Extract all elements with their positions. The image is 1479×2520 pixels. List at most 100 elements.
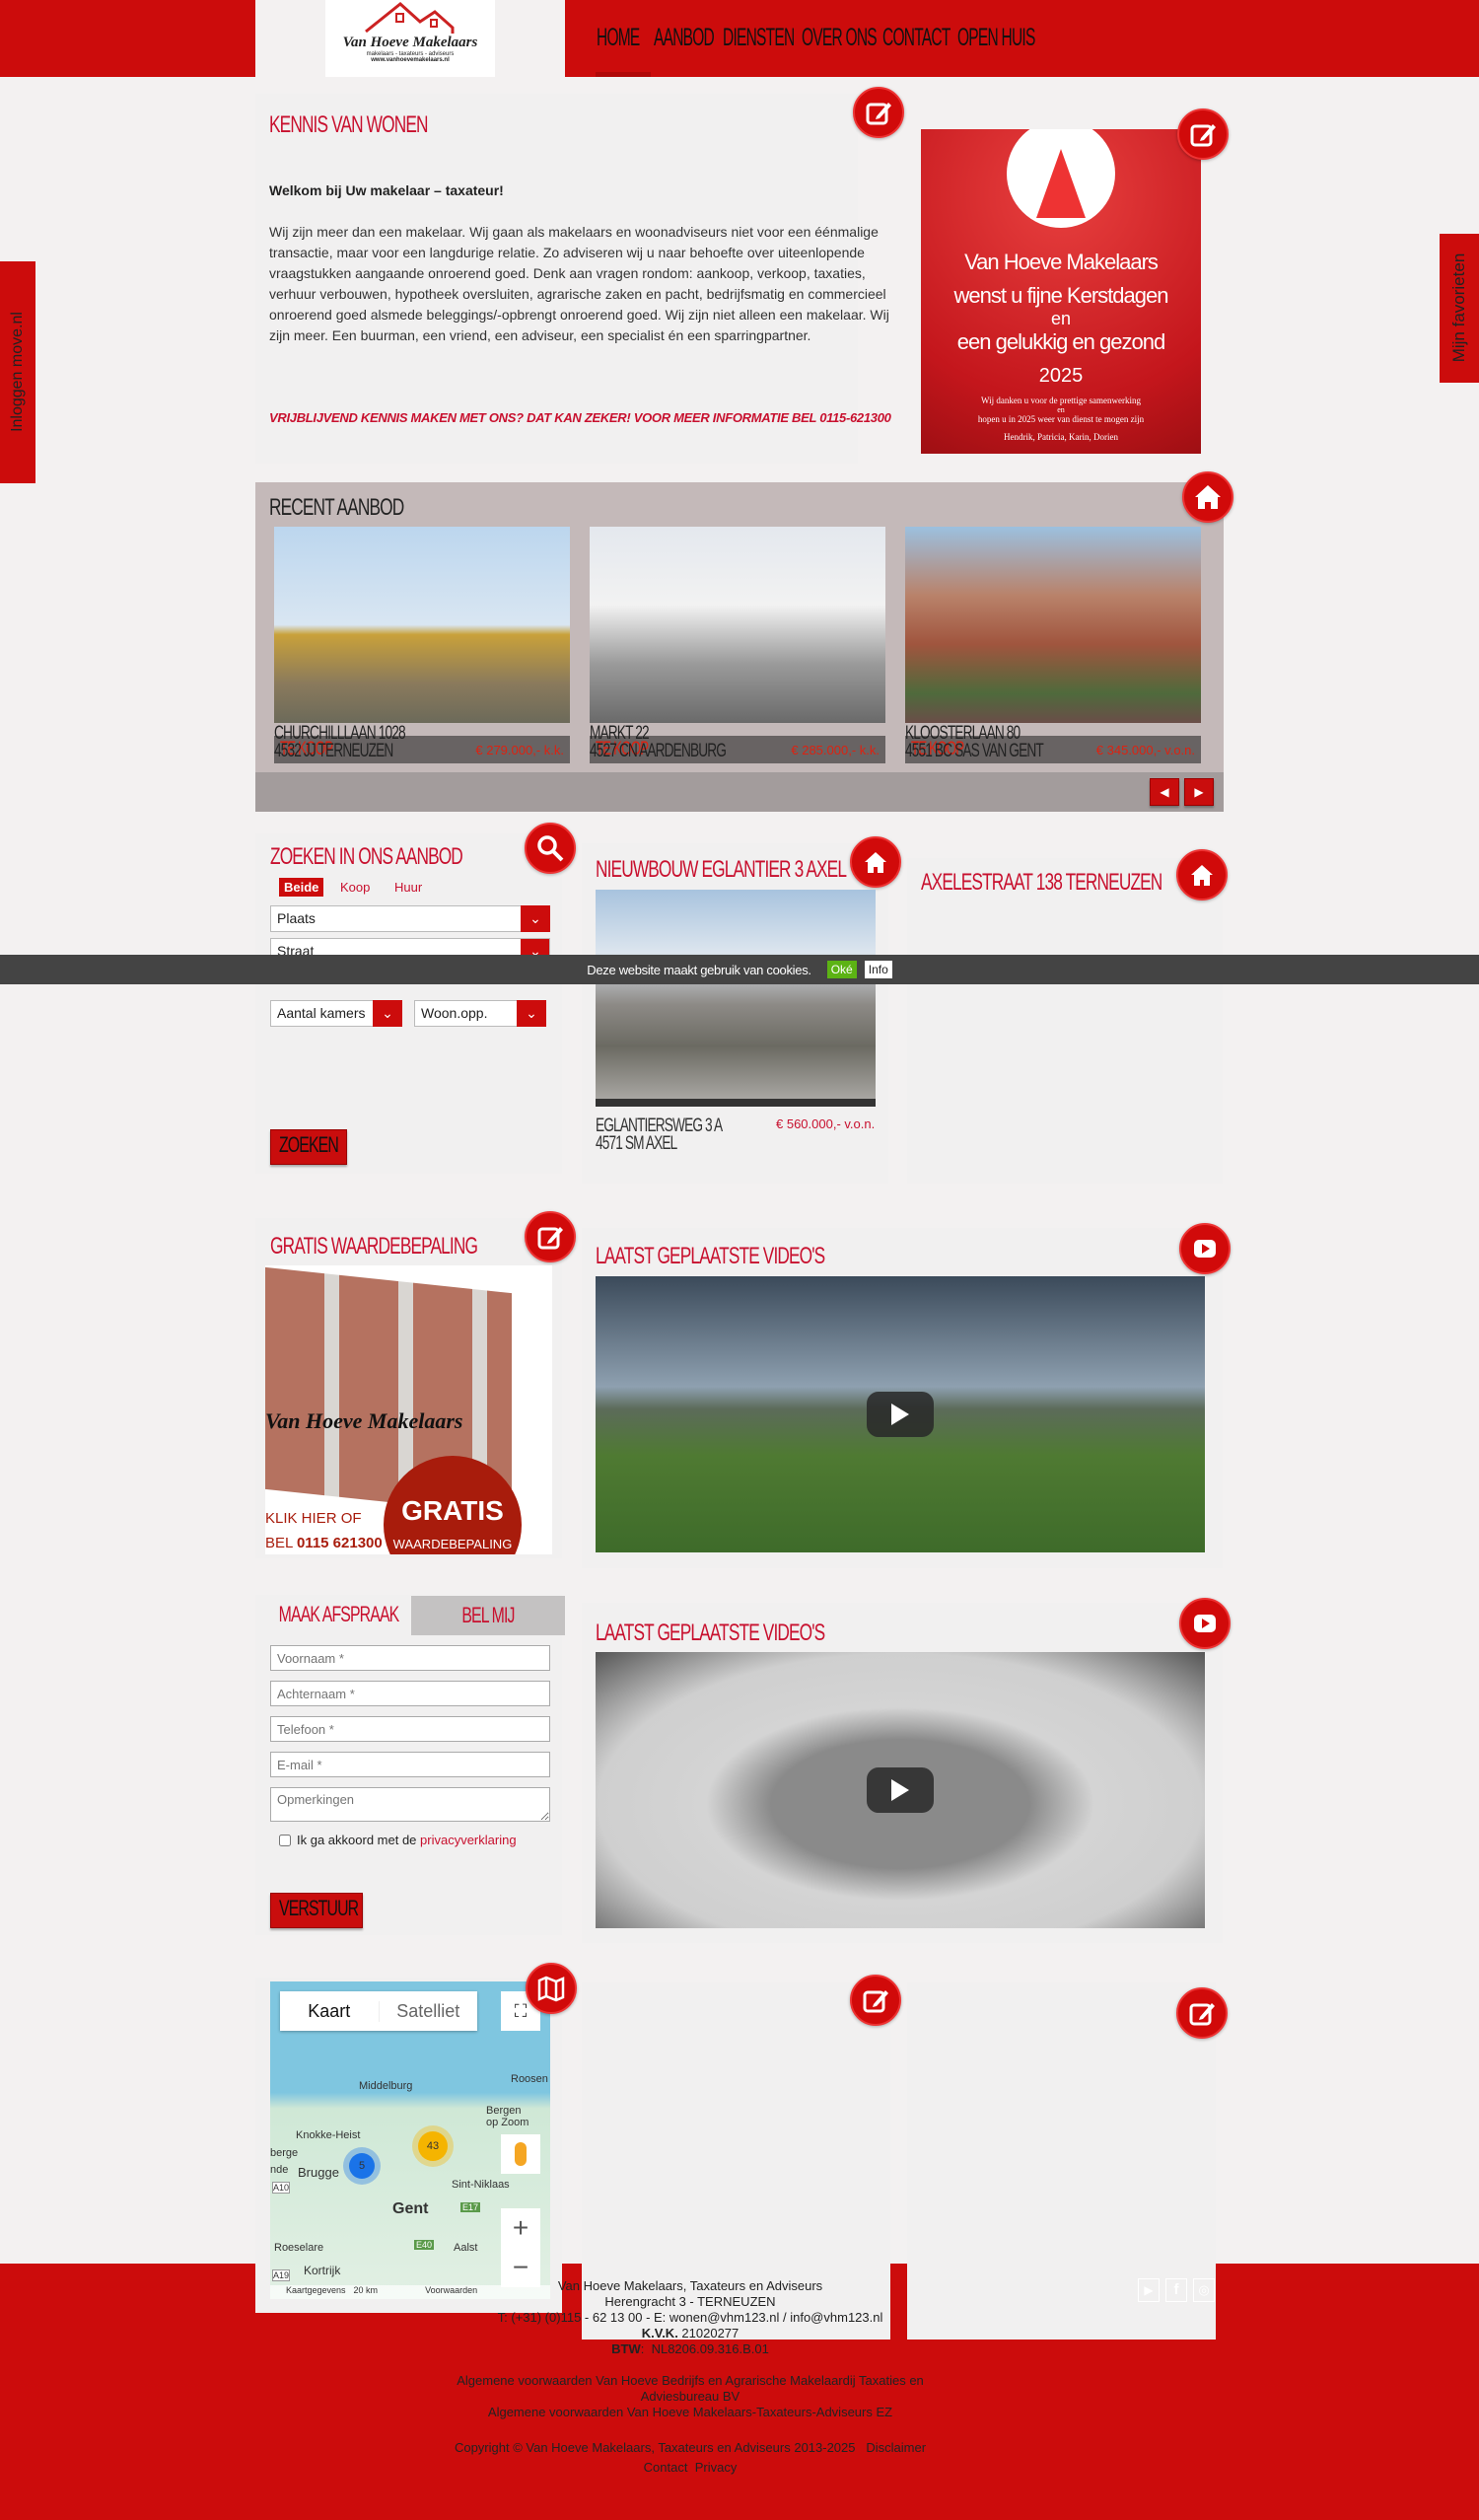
xmas-line: wenst u fijne Kerstdagen (953, 283, 1169, 308)
nieuwbouw-price: € 560.000,- v.o.n. (776, 1116, 876, 1131)
road-label: E40 (414, 2240, 435, 2250)
listing-photo (905, 527, 1201, 723)
map-icon[interactable] (526, 1963, 577, 2014)
map-attribution[interactable]: Kaartgegevens (286, 2285, 346, 2299)
home-icon-badge[interactable] (1182, 471, 1233, 523)
axelestraat-panel (907, 858, 1223, 1184)
terms-link-2[interactable]: Algemene voorwaarden Van Hoeve Makelaars… (434, 2405, 947, 2420)
xmas-line: en (1050, 309, 1072, 328)
gratis-klik: KLIK HIER OF (265, 1510, 362, 1527)
videos-title: LAATST GEPLAATSTE VIDEO'S (596, 1620, 825, 1646)
footer-company: Van Hoeve Makelaars, Taxateurs en Advise… (557, 2278, 823, 2293)
privacy-link[interactable]: privacyverklaring (420, 1833, 517, 1847)
home-icon[interactable] (1182, 471, 1233, 523)
map-place-label: Sint-Niklaas (452, 2179, 510, 2191)
christmas-banner[interactable]: Van Hoeve Makelaars wenst u fijne Kerstd… (921, 129, 1201, 454)
home-icon[interactable] (850, 836, 901, 888)
remarks-textarea[interactable] (270, 1787, 550, 1822)
nav-diensten[interactable]: DIENSTEN (723, 24, 798, 52)
play-icon[interactable] (867, 1767, 934, 1813)
prev-button[interactable]: ◀ (1150, 778, 1179, 806)
xmas-line: Van Hoeve Makelaars (964, 250, 1159, 274)
logo[interactable]: Van Hoeve Makelaars makelaars - taxateur… (325, 0, 495, 77)
tab-maak-afspraak[interactable]: MAAK AFSPRAAK (255, 1595, 411, 1634)
edit-icon[interactable] (850, 1975, 901, 2026)
footer-contact[interactable]: T: (+31) (0)115 - 62 13 00 - E: wonen@vh… (434, 2310, 947, 2326)
listing-photo (274, 527, 570, 723)
favorites-tab[interactable]: Mijn favorieten (1440, 234, 1479, 383)
map-cluster[interactable]: 5 (349, 2153, 375, 2179)
tab-koop[interactable]: Koop (340, 880, 370, 895)
listing-card[interactable]: TE KOOP € 279.000,- k.k. CHURCHILLLAAN 10… (274, 527, 570, 763)
firstname-input[interactable] (270, 1645, 550, 1671)
contact-link[interactable]: Contact (644, 2460, 688, 2475)
privacy-footer-link[interactable]: Privacy (695, 2460, 738, 2475)
gratis-banner[interactable]: Van Hoeve Makelaars GRATIS WAARDEBEPALING… (265, 1265, 552, 1554)
listing-card[interactable]: TE KOOP € 285.000,- k.k. MARKT 22 4527 CN … (590, 527, 885, 763)
office-sign: Van Hoeve Makelaars (265, 1408, 463, 1433)
play-icon[interactable] (867, 1392, 934, 1437)
listing-city: 4532 JJ TERNEUZEN (274, 741, 393, 761)
privacy-checkbox[interactable] (279, 1834, 291, 1846)
road-label: A19 (272, 2269, 291, 2281)
nav-aanbod[interactable]: AANBOD (654, 24, 719, 52)
tab-huur[interactable]: Huur (394, 880, 422, 895)
nav-contact[interactable]: CONTACT (882, 24, 953, 52)
gratis-phone: 0115 621300 (296, 1535, 383, 1551)
zoom-in-button[interactable]: + (501, 2208, 540, 2248)
slider-bar (255, 772, 1224, 812)
youtube-icon[interactable] (1179, 1223, 1231, 1274)
map-type-control: Kaart Satelliet (280, 1991, 477, 2031)
edit-icon[interactable] (1177, 108, 1229, 160)
map-type-kaart[interactable]: Kaart (280, 2001, 379, 2022)
tab-beide[interactable]: Beide (279, 878, 324, 897)
cookie-info-button[interactable]: Info (864, 961, 892, 978)
listing-price: € 279.000,- k.k. (475, 742, 564, 757)
nav-home[interactable]: HOME (597, 24, 650, 52)
disclaimer-link[interactable]: Disclaimer (866, 2440, 926, 2455)
rooms-select[interactable]: Aantal kamers ⌄ (270, 1000, 402, 1027)
cookie-ok-button[interactable]: Oké (826, 961, 857, 978)
instagram-icon[interactable]: ◎ (1193, 2278, 1215, 2302)
lastname-input[interactable] (270, 1681, 550, 1706)
email-input[interactable] (270, 1752, 550, 1777)
search-button[interactable]: ZOEKEN (270, 1129, 347, 1165)
facebook-icon[interactable]: f (1165, 2278, 1187, 2302)
map-cluster[interactable]: 43 (418, 2131, 448, 2161)
kennis-cta[interactable]: VRIJBLIJVEND KENNIS MAKEN MET ONS? DAT K… (269, 410, 891, 425)
map-type-satelliet[interactable]: Satelliet (378, 2000, 478, 2022)
edit-icon[interactable] (1176, 1987, 1228, 2039)
login-move-tab[interactable]: Inloggen move.nl (0, 261, 35, 483)
tab-bel-mij[interactable]: BEL MIJ (411, 1596, 565, 1635)
edit-icon[interactable] (853, 87, 904, 138)
video-player[interactable] (596, 1652, 1205, 1928)
youtube-icon[interactable] (1179, 1598, 1231, 1649)
listing-card[interactable]: TE KOOP € 345.000,- v.o.n. KLOOSTERLAAN 8… (905, 527, 1201, 763)
google-map[interactable]: Kaart Satelliet ⛶ Middelburg Roosen Berg… (270, 1981, 550, 2299)
next-button[interactable]: ▶ (1184, 778, 1214, 806)
search-icon[interactable] (525, 823, 576, 874)
youtube-icon[interactable]: ▶ (1138, 2278, 1160, 2302)
area-select[interactable]: Woon.opp. ⌄ (414, 1000, 546, 1027)
videos-title: LAATST GEPLAATSTE VIDEO'S (596, 1243, 825, 1269)
home-icon[interactable] (1176, 849, 1228, 900)
submit-button[interactable]: VERSTUUR (270, 1893, 363, 1928)
nieuwbouw-title[interactable]: NIEUWBOUW EGLANTIER 3 AXEL (596, 856, 847, 884)
nav-open-huis[interactable]: OPEN HUIS (957, 24, 1036, 52)
gratis-bel: BEL (265, 1535, 293, 1551)
listing-city: 4551 BC SAS VAN GENT (905, 741, 1044, 761)
place-select[interactable]: Plaats ⌄ (270, 905, 550, 932)
nav-over-ons[interactable]: OVER ONS (802, 24, 879, 52)
road-label: E17 (460, 2202, 481, 2212)
privacy-consent: Ik ga akkoord met de privacyverklaring (279, 1833, 517, 1847)
video-player[interactable] (596, 1276, 1205, 1552)
axelestraat-title[interactable]: AXELESTRAAT 138 TERNEUZEN (921, 869, 1162, 897)
map-place-label: Kortrijk (304, 2264, 341, 2277)
phone-input[interactable] (270, 1716, 550, 1742)
nieuwbouw-photo[interactable] (596, 890, 876, 1107)
pegman-icon[interactable] (501, 2134, 540, 2174)
footer-address: Herengracht 3 - TERNEUZEN (604, 2294, 776, 2309)
terms-link-1[interactable]: Algemene voorwaarden Van Hoeve Bedrijfs … (449, 2373, 932, 2405)
edit-icon[interactable] (525, 1211, 576, 1262)
map-place-label: Aalst (454, 2242, 478, 2254)
